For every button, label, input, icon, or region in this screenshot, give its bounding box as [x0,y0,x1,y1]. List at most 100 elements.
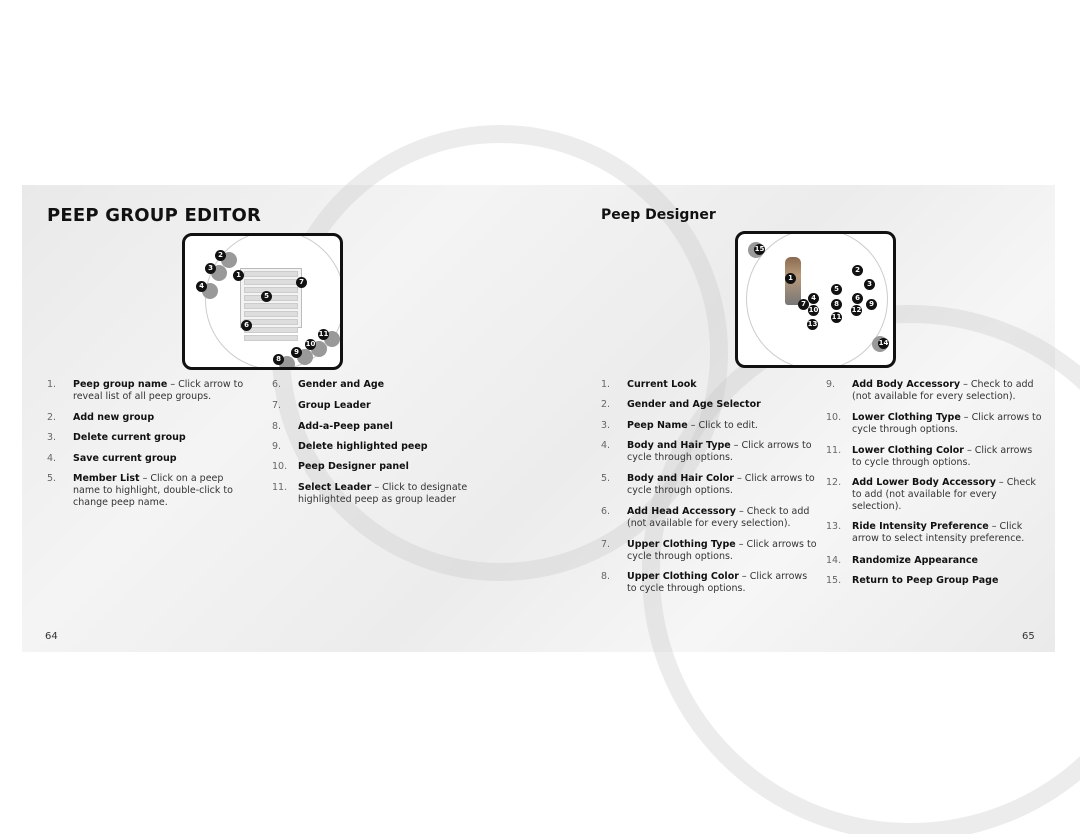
item-label: Randomize Appearance [852,555,978,566]
callout-number: 10 [808,305,819,316]
peep-designer-screenshot: 1 2 3 4 5 6 7 8 9 10 11 12 13 14 15 [735,231,896,368]
item-label: Lower Clothing Color [852,445,964,456]
manual-spread: PEEP GROUP EDITOR Peep Designer 12345678… [0,0,1080,834]
item-text: Select Leader – Click to designate highl… [298,482,477,506]
page-number-left: 64 [45,631,58,642]
item-label: Add new group [73,412,155,423]
callout-number: 6 [241,320,252,331]
callout-number: 14 [878,338,889,349]
item-text: Peep Name – Click to edit. [627,420,819,432]
item-label: Upper Clothing Type [627,539,736,550]
callout-number: 13 [807,319,818,330]
item-number: 1. [601,379,611,390]
page-number-right: 65 [1022,631,1035,642]
item-label: Peep Name [627,420,688,431]
callout-number: 3 [205,263,216,274]
item-number: 12. [826,477,842,488]
callout-number: 1 [233,270,244,281]
callout-number: 3 [864,279,875,290]
item-text: Add new group [73,412,252,424]
item-number: 14. [826,555,842,566]
callout-number: 6 [852,293,863,304]
item-description: – Click to edit. [687,420,758,431]
item-label: Group Leader [298,400,371,411]
item-number: 2. [601,399,611,410]
callout-number: 4 [196,281,207,292]
item-label: Save current group [73,453,177,464]
item-number: 13. [826,521,842,532]
item-text: Save current group [73,453,252,465]
callout-number: 5 [831,284,842,295]
item-number: 7. [272,400,282,411]
item-number: 11. [272,482,288,493]
item-text: Upper Clothing Color – Click arrows to c… [627,571,819,595]
item-text: Add Lower Body Accessory – Check to add … [852,477,1044,513]
item-number: 4. [601,440,611,451]
callout-number: 2 [852,265,863,276]
item-text: Peep group name – Click arrow to reveal … [73,379,252,403]
item-number: 3. [47,432,57,443]
item-number: 8. [601,571,611,582]
item-text: Delete highlighted peep [298,441,477,453]
item-label: Member List [73,473,140,484]
item-text: Member List – Click on a peep name to hi… [73,473,252,509]
callout-number: 12 [851,305,862,316]
callout-number: 11 [318,329,329,340]
item-text: Group Leader [298,400,477,412]
callout-number: 1 [785,273,796,284]
item-text: Lower Clothing Type – Click arrows to cy… [852,412,1044,436]
callout-number: 2 [215,250,226,261]
item-text: Lower Clothing Color – Click arrows to c… [852,445,1044,469]
page-title: PEEP GROUP EDITOR [47,205,262,226]
item-number: 15. [826,575,842,586]
item-label: Current Look [627,379,697,390]
item-text: Gender and Age [298,379,477,391]
item-label: Gender and Age [298,379,385,390]
item-label: Body and Hair Color [627,473,734,484]
item-number: 5. [601,473,611,484]
item-number: 2. [47,412,57,423]
item-text: Add Body Accessory – Check to add (not a… [852,379,1044,403]
item-number: 7. [601,539,611,550]
item-number: 6. [601,506,611,517]
callout-number: 15 [754,244,765,255]
item-number: 6. [272,379,282,390]
item-label: Return to Peep Group Page [852,575,999,586]
item-text: Randomize Appearance [852,555,1044,567]
item-text: Upper Clothing Type – Click arrows to cy… [627,539,819,563]
item-number: 10. [826,412,842,423]
item-number: 5. [47,473,57,484]
callout-number: 4 [808,293,819,304]
item-text: Peep Designer panel [298,461,477,473]
item-number: 8. [272,421,282,432]
item-label: Lower Clothing Type [852,412,961,423]
item-text: Delete current group [73,432,252,444]
item-text: Add-a-Peep panel [298,421,477,433]
item-label: Delete highlighted peep [298,441,428,452]
item-number: 3. [601,420,611,431]
item-number: 4. [47,453,57,464]
callout-number: 9 [866,299,877,310]
callout-number: 5 [261,291,272,302]
item-label: Gender and Age Selector [627,399,761,410]
peep-group-editor-screenshot: 1 2 3 4 5 6 7 8 9 10 11 [182,233,343,370]
item-text: Add Head Accessory – Check to add (not a… [627,506,819,530]
item-number: 9. [826,379,836,390]
callout-number: 10 [305,339,316,350]
item-number: 9. [272,441,282,452]
item-text: Current Look [627,379,819,391]
item-label: Delete current group [73,432,186,443]
item-label: Ride Intensity Preference [852,521,989,532]
item-text: Gender and Age Selector [627,399,819,411]
item-label: Peep group name [73,379,168,390]
item-number: 10. [272,461,288,472]
item-label: Add Body Accessory [852,379,961,390]
section-title: Peep Designer [601,207,716,223]
item-number: 11. [826,445,842,456]
item-text: Return to Peep Group Page [852,575,1044,587]
item-text: Body and Hair Color – Click arrows to cy… [627,473,819,497]
item-label: Peep Designer panel [298,461,409,472]
item-label: Select Leader [298,482,372,493]
item-text: Body and Hair Type – Click arrows to cyc… [627,440,819,464]
item-label: Add Head Accessory [627,506,736,517]
